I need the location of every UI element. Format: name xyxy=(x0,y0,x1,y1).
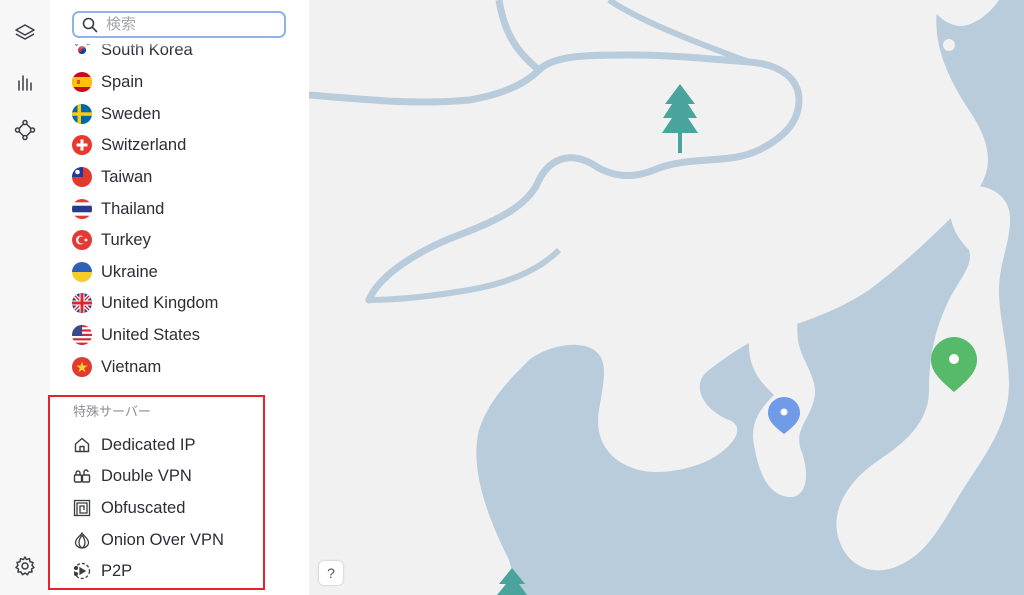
obfuscated-icon xyxy=(72,498,92,518)
country-name: Turkey xyxy=(101,230,151,249)
country-name: Sweden xyxy=(101,104,161,123)
house-icon xyxy=(72,435,92,455)
country-item-spain[interactable]: Spain xyxy=(72,67,302,97)
country-name: Taiwan xyxy=(101,167,153,186)
country-name: Vietnam xyxy=(101,357,162,376)
specialty-item-dedicated-ip[interactable]: Dedicated IP xyxy=(72,430,302,460)
specialty-label: P2P xyxy=(101,561,133,580)
onion-icon xyxy=(72,530,92,550)
meshnet-icon[interactable] xyxy=(13,118,37,142)
search-bar-container xyxy=(50,0,309,44)
specialty-servers-heading: 特殊サーバー xyxy=(73,404,151,419)
specialty-item-double-vpn[interactable]: Double VPN xyxy=(72,461,302,491)
country-item-thailand[interactable]: Thailand xyxy=(72,194,302,224)
country-name: Switzerland xyxy=(101,135,187,154)
map-view[interactable] xyxy=(309,0,1024,595)
vietnam-flag-icon xyxy=(72,357,92,377)
country-name: United Kingdom xyxy=(101,293,219,312)
spain-flag-icon xyxy=(72,72,92,92)
united-states-flag-icon xyxy=(72,325,92,345)
thailand-flag-icon xyxy=(72,199,92,219)
specialty-item-p2p[interactable]: P2P xyxy=(72,556,302,586)
icon-rail xyxy=(0,0,51,595)
turkey-flag-icon xyxy=(72,230,92,250)
specialty-label: Dedicated IP xyxy=(101,435,196,454)
country-name: Spain xyxy=(101,72,144,91)
country-item-vietnam[interactable]: Vietnam xyxy=(72,352,302,382)
search-input[interactable] xyxy=(104,15,278,34)
country-name: United States xyxy=(101,325,201,344)
taiwan-flag-icon xyxy=(72,167,92,187)
help-button[interactable]: ? xyxy=(319,561,343,585)
country-item-united-kingdom[interactable]: United Kingdom xyxy=(72,288,302,318)
search-field[interactable] xyxy=(72,11,286,38)
double-lock-icon xyxy=(72,466,92,486)
specialty-label: Obfuscated xyxy=(101,498,186,517)
statistics-icon[interactable] xyxy=(13,70,37,94)
country-item-ukraine[interactable]: Ukraine xyxy=(72,257,302,287)
search-icon xyxy=(82,17,98,32)
ukraine-flag-icon xyxy=(72,262,92,282)
specialty-item-onion-over-vpn[interactable]: Onion Over VPN xyxy=(72,525,302,555)
country-name: Thailand xyxy=(101,199,165,218)
sweden-flag-icon xyxy=(72,104,92,124)
p2p-icon xyxy=(72,561,92,581)
country-item-switzerland[interactable]: Switzerland xyxy=(72,130,302,160)
specialty-label: Double VPN xyxy=(101,466,192,485)
united-kingdom-flag-icon xyxy=(72,293,92,313)
map-canvas xyxy=(309,0,1024,595)
switzerland-flag-icon xyxy=(72,135,92,155)
country-item-united-states[interactable]: United States xyxy=(72,320,302,350)
country-item-sweden[interactable]: Sweden xyxy=(72,99,302,129)
country-item-turkey[interactable]: Turkey xyxy=(72,225,302,255)
country-name: Ukraine xyxy=(101,262,158,281)
layers-icon[interactable] xyxy=(13,21,37,45)
specialty-label: Onion Over VPN xyxy=(101,530,224,549)
specialty-item-obfuscated[interactable]: Obfuscated xyxy=(72,493,302,523)
server-list-panel: South Korea Spain Sweden Switzerland Tai xyxy=(50,0,309,595)
country-item-taiwan[interactable]: Taiwan xyxy=(72,162,302,192)
settings-gear-icon[interactable] xyxy=(13,554,37,578)
